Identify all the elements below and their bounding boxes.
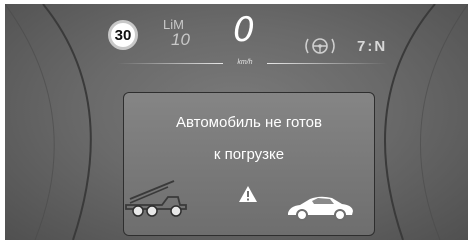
speed-readout: 0 [233, 10, 255, 50]
message-panel: Автомобиль не готов к погрузке [123, 92, 375, 236]
speed-unit: km/h [237, 59, 253, 66]
tow-truck-icon [125, 180, 187, 217]
warning-triangle-icon [239, 186, 257, 202]
speed-limit-sign: 30 [108, 20, 138, 50]
steering-assist-icon [305, 38, 335, 54]
speed-divider-right [267, 63, 387, 64]
car-icon [288, 196, 353, 221]
limiter-value: 10 [171, 30, 190, 49]
limiter-indicator: LiM 10 [163, 18, 203, 49]
message-line-1: Автомобиль не готов [175, 114, 322, 131]
gear-status: 7:N [357, 38, 388, 55]
speed-divider-left [117, 63, 223, 64]
speed-limit-value: 30 [114, 26, 132, 44]
instrument-cluster: 30 LiM 10 0 km/h 7:N Автомобиль не готов… [5, 4, 468, 240]
message-line-2: к погрузке [213, 146, 285, 163]
